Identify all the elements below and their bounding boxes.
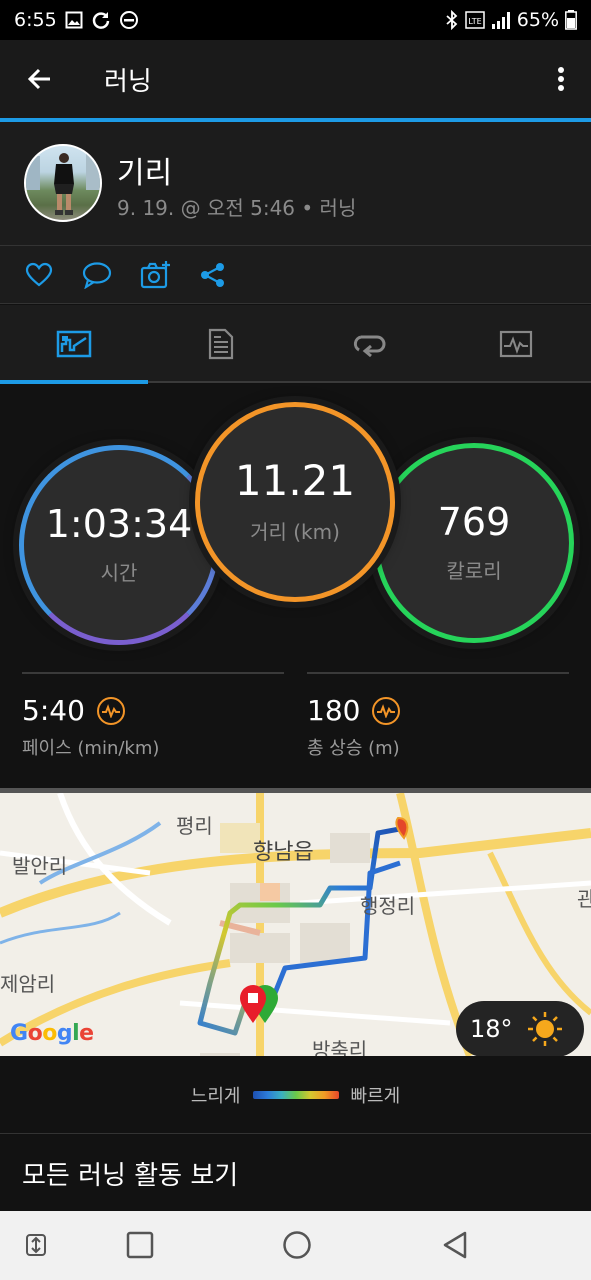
dnd-icon bbox=[119, 11, 138, 29]
ascent-value: 180 bbox=[307, 694, 361, 727]
like-icon bbox=[25, 262, 53, 287]
more-button[interactable] bbox=[531, 40, 591, 118]
ascent-metric: 180 총 상승 (m) bbox=[307, 672, 569, 759]
map-label-pyeongri: 평리 bbox=[176, 814, 213, 838]
tab-bar bbox=[0, 305, 591, 383]
arrow-left-icon bbox=[27, 68, 50, 90]
map-label-haengjeongri: 행정리 bbox=[360, 894, 416, 918]
distance-value: 11.21 bbox=[234, 455, 356, 505]
time-label: 시간 bbox=[100, 560, 138, 585]
stats-panel: 1:03:34 시간 769 칼로리 11.21 거리 (km) 5:40 페이… bbox=[0, 384, 591, 788]
legend-slow: 느리게 bbox=[190, 1085, 241, 1107]
nav-recents-button[interactable] bbox=[122, 1227, 158, 1263]
pace-metric: 5:40 페이스 (min/km) bbox=[22, 672, 284, 759]
google-logo: Google bbox=[10, 1021, 94, 1046]
pulse-badge-icon bbox=[372, 696, 401, 725]
more-vertical-icon bbox=[558, 67, 564, 91]
view-all-runs-link[interactable]: 모든 러닝 활동 보기 bbox=[0, 1135, 591, 1211]
add-photo-button[interactable] bbox=[139, 258, 173, 292]
svg-text:LTE: LTE bbox=[468, 17, 481, 26]
system-nav-bar bbox=[0, 1211, 591, 1280]
document-icon bbox=[208, 328, 233, 360]
back-button[interactable] bbox=[0, 40, 80, 118]
calories-value: 769 bbox=[437, 499, 511, 544]
activity-meta: 9. 19. @ 오전 5:46 • 러닝 bbox=[117, 196, 357, 220]
map-label-gwan: 관 bbox=[577, 883, 591, 912]
sun-icon bbox=[527, 1012, 562, 1046]
battery-percent: 65% bbox=[516, 9, 559, 31]
app-bar: 러닝 bbox=[0, 40, 591, 118]
activity-header: 기리 9. 19. @ 오전 5:46 • 러닝 bbox=[0, 122, 591, 246]
share-button[interactable] bbox=[196, 258, 230, 292]
add-photo-icon bbox=[140, 261, 170, 289]
battery-icon bbox=[565, 10, 577, 30]
nav-scroll-button[interactable] bbox=[18, 1227, 54, 1263]
calories-ring: 769 칼로리 bbox=[374, 443, 574, 643]
time-ring: 1:03:34 시간 bbox=[19, 445, 219, 645]
pulse-badge-icon bbox=[96, 696, 125, 725]
legend-fast: 빠르게 bbox=[350, 1085, 401, 1107]
pace-label: 페이스 (min/km) bbox=[22, 738, 160, 759]
comment-button[interactable] bbox=[80, 258, 114, 292]
action-row bbox=[0, 246, 591, 304]
ascent-label: 총 상승 (m) bbox=[307, 738, 400, 759]
runner-photo bbox=[26, 152, 100, 215]
signal-icon bbox=[491, 12, 510, 29]
nav-home-button[interactable] bbox=[279, 1227, 315, 1263]
like-button[interactable] bbox=[22, 258, 56, 292]
expand-icon bbox=[26, 1234, 46, 1256]
map-label-baranri: 발안리 bbox=[12, 854, 68, 878]
tab-overview[interactable] bbox=[0, 305, 147, 383]
map-label-hyangnam: 향남읍 bbox=[253, 840, 314, 865]
distance-label: 거리 (km) bbox=[250, 519, 340, 544]
page-title: 러닝 bbox=[104, 66, 152, 97]
sync-icon bbox=[92, 12, 109, 29]
distance-ring: 11.21 거리 (km) bbox=[195, 402, 395, 602]
bluetooth-icon bbox=[446, 10, 458, 30]
tab-details[interactable] bbox=[147, 305, 294, 383]
back-triangle-icon bbox=[443, 1231, 467, 1259]
status-time: 6:55 bbox=[14, 9, 57, 31]
route-map[interactable]: 평리 향남읍 발안리 행정리 제암리 방축리 관 Google 18° bbox=[0, 788, 591, 1056]
lte-icon: LTE bbox=[465, 11, 485, 29]
pace-legend: 느리게 빠르게 bbox=[0, 1056, 591, 1134]
tab-graphs[interactable] bbox=[442, 305, 589, 383]
end-pin-icon bbox=[240, 985, 266, 1023]
tab-divider bbox=[148, 381, 591, 383]
graph-icon bbox=[499, 330, 532, 358]
calories-label: 칼로리 bbox=[446, 558, 502, 583]
nav-back-button[interactable] bbox=[437, 1227, 473, 1263]
map-label-bangchukri: 방축리 bbox=[312, 1038, 368, 1056]
chart-icon bbox=[56, 330, 91, 358]
tab-laps[interactable] bbox=[295, 305, 442, 383]
laps-icon bbox=[353, 335, 385, 357]
share-icon bbox=[201, 263, 224, 287]
avatar[interactable] bbox=[24, 144, 102, 222]
weather-temp: 18° bbox=[470, 1015, 513, 1043]
pace-gradient bbox=[252, 1090, 339, 1099]
pace-value: 5:40 bbox=[22, 694, 85, 727]
home-icon bbox=[283, 1231, 311, 1259]
map-label-jeamri: 제암리 bbox=[0, 972, 56, 996]
gallery-icon bbox=[65, 11, 83, 29]
recents-icon bbox=[126, 1231, 154, 1259]
weather-badge[interactable]: 18° bbox=[456, 1001, 584, 1056]
comment-icon bbox=[82, 262, 112, 289]
time-value: 1:03:34 bbox=[45, 501, 193, 546]
status-bar: 6:55 LTE 65% bbox=[0, 0, 591, 40]
user-name: 기리 bbox=[117, 156, 173, 191]
